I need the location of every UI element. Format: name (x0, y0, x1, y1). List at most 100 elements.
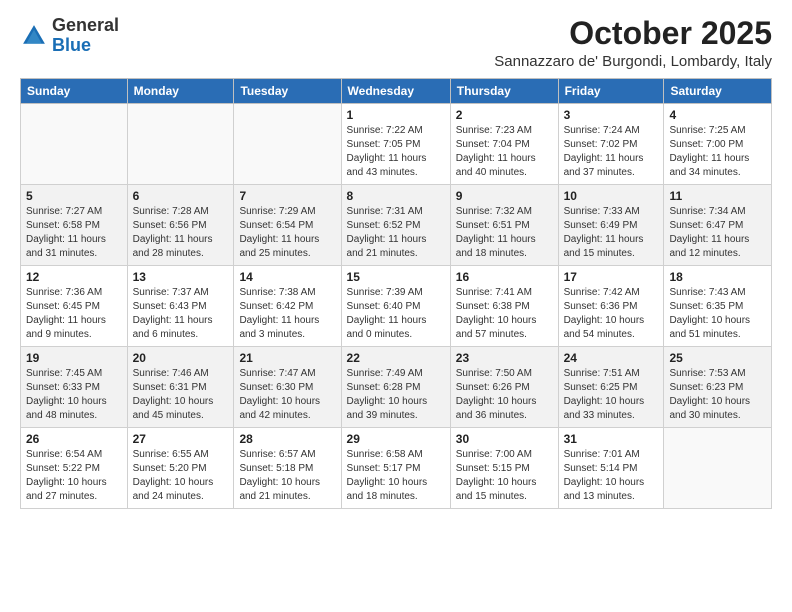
table-row: 27 Sunrise: 6:55 AM Sunset: 5:20 PM Dayli… (127, 428, 234, 509)
calendar-week-row: 19 Sunrise: 7:45 AM Sunset: 6:33 PM Dayli… (21, 347, 772, 428)
table-row: 29 Sunrise: 6:58 AM Sunset: 5:17 PM Dayli… (341, 428, 450, 509)
month-title: October 2025 (494, 16, 772, 51)
table-row: 13Sunrise: 7:37 AM Sunset: 6:43 PM Dayli… (127, 266, 234, 347)
calendar-week-row: 26Sunrise: 6:54 AM Sunset: 5:22 PM Dayli… (21, 428, 772, 509)
day-info: Sunrise: 7:23 AM Sunset: 7:04 PM Dayligh… (456, 124, 553, 180)
day-number: 19 (26, 351, 122, 365)
day-info: Sunrise: 7:31 AM Sunset: 6:52 PM Dayligh… (347, 205, 445, 261)
calendar-table: Sunday Monday Tuesday Wednesday Thursday… (20, 78, 772, 509)
table-row: 12 Sunrise: 7:36 AM Sunset: 6:45 PM Dayli… (21, 266, 128, 347)
col-tuesday: Tuesday (234, 79, 341, 104)
table-row: 15Sunrise: 7:39 AM Sunset: 6:40 PM Dayli… (341, 266, 450, 347)
logo-text: General Blue (52, 16, 119, 56)
table-row: 28 Sunrise: 6:57 AM Sunset: 5:18 PM Dayli… (234, 428, 341, 509)
table-row: 31 Sunrise: 7:01 AM Sunset: 5:14 PM Dayli… (558, 428, 664, 509)
day-number: 12 (26, 270, 122, 284)
col-thursday: Thursday (450, 79, 558, 104)
table-row: 14Sunrise: 7:38 AM Sunset: 6:42 PM Dayli… (234, 266, 341, 347)
day-info: Sunrise: 6:54 AM Sunset: 5:22 PM Dayligh… (26, 448, 122, 504)
day-number: 20 (133, 351, 229, 365)
day-info: Sunrise: 7:29 AM Sunset: 6:54 PM Dayligh… (239, 205, 335, 261)
col-friday: Friday (558, 79, 664, 104)
day-number: 9 (456, 189, 553, 203)
day-info: Sunrise: 6:58 AM Sunset: 5:17 PM Dayligh… (347, 448, 445, 504)
title-block: October 2025 Sannazzaro de' Burgondi, Lo… (494, 16, 772, 70)
day-info: Sunrise: 7:22 AM Sunset: 7:05 PM Dayligh… (347, 124, 445, 180)
day-number: 2 (456, 108, 553, 122)
table-row: 11Sunrise: 7:34 AM Sunset: 6:47 PM Dayli… (664, 185, 772, 266)
calendar-week-row: 12 Sunrise: 7:36 AM Sunset: 6:45 PM Dayli… (21, 266, 772, 347)
calendar-week-row: 1 Sunrise: 7:22 AM Sunset: 7:05 PM Daylig… (21, 104, 772, 185)
table-row: 5 Sunrise: 7:27 AM Sunset: 6:58 PM Daylig… (21, 185, 128, 266)
day-number: 7 (239, 189, 335, 203)
table-row: 23Sunrise: 7:50 AM Sunset: 6:26 PM Dayli… (450, 347, 558, 428)
col-wednesday: Wednesday (341, 79, 450, 104)
table-row: 30Sunrise: 7:00 AM Sunset: 5:15 PM Dayli… (450, 428, 558, 509)
day-number: 22 (347, 351, 445, 365)
day-number: 28 (239, 432, 335, 446)
table-row: 22 Sunrise: 7:49 AM Sunset: 6:28 PM Dayli… (341, 347, 450, 428)
day-info: Sunrise: 7:34 AM Sunset: 6:47 PM Dayligh… (669, 205, 766, 261)
day-info: Sunrise: 7:45 AM Sunset: 6:33 PM Dayligh… (26, 367, 122, 423)
table-row: 8 Sunrise: 7:31 AM Sunset: 6:52 PM Daylig… (341, 185, 450, 266)
day-info: Sunrise: 7:00 AM Sunset: 5:15 PM Dayligh… (456, 448, 553, 504)
table-row (127, 104, 234, 185)
table-row: 25 Sunrise: 7:53 AM Sunset: 6:23 PM Dayli… (664, 347, 772, 428)
table-row: 26Sunrise: 6:54 AM Sunset: 5:22 PM Dayli… (21, 428, 128, 509)
day-info: Sunrise: 7:43 AM Sunset: 6:35 PM Dayligh… (669, 286, 766, 342)
day-info: Sunrise: 7:33 AM Sunset: 6:49 PM Dayligh… (564, 205, 659, 261)
day-number: 5 (26, 189, 122, 203)
day-number: 17 (564, 270, 659, 284)
page: General Blue October 2025 Sannazzaro de'… (0, 0, 792, 612)
location-title: Sannazzaro de' Burgondi, Lombardy, Italy (494, 53, 772, 70)
day-info: Sunrise: 7:46 AM Sunset: 6:31 PM Dayligh… (133, 367, 229, 423)
day-number: 6 (133, 189, 229, 203)
day-number: 25 (669, 351, 766, 365)
day-info: Sunrise: 7:38 AM Sunset: 6:42 PM Dayligh… (239, 286, 335, 342)
day-number: 10 (564, 189, 659, 203)
logo-icon (20, 22, 48, 50)
day-info: Sunrise: 7:50 AM Sunset: 6:26 PM Dayligh… (456, 367, 553, 423)
table-row: 18Sunrise: 7:43 AM Sunset: 6:35 PM Dayli… (664, 266, 772, 347)
day-info: Sunrise: 7:42 AM Sunset: 6:36 PM Dayligh… (564, 286, 659, 342)
day-info: Sunrise: 7:25 AM Sunset: 7:00 PM Dayligh… (669, 124, 766, 180)
day-number: 29 (347, 432, 445, 446)
table-row: 20 Sunrise: 7:46 AM Sunset: 6:31 PM Dayli… (127, 347, 234, 428)
logo: General Blue (20, 16, 119, 56)
col-saturday: Saturday (664, 79, 772, 104)
table-row (21, 104, 128, 185)
table-row: 17 Sunrise: 7:42 AM Sunset: 6:36 PM Dayli… (558, 266, 664, 347)
day-info: Sunrise: 7:51 AM Sunset: 6:25 PM Dayligh… (564, 367, 659, 423)
day-info: Sunrise: 6:55 AM Sunset: 5:20 PM Dayligh… (133, 448, 229, 504)
table-row: 4Sunrise: 7:25 AM Sunset: 7:00 PM Daylig… (664, 104, 772, 185)
day-number: 8 (347, 189, 445, 203)
day-info: Sunrise: 7:39 AM Sunset: 6:40 PM Dayligh… (347, 286, 445, 342)
day-info: Sunrise: 7:47 AM Sunset: 6:30 PM Dayligh… (239, 367, 335, 423)
day-number: 16 (456, 270, 553, 284)
calendar-week-row: 5 Sunrise: 7:27 AM Sunset: 6:58 PM Daylig… (21, 185, 772, 266)
table-row: 19 Sunrise: 7:45 AM Sunset: 6:33 PM Dayli… (21, 347, 128, 428)
day-info: Sunrise: 7:36 AM Sunset: 6:45 PM Dayligh… (26, 286, 122, 342)
day-number: 27 (133, 432, 229, 446)
day-number: 3 (564, 108, 659, 122)
day-info: Sunrise: 7:24 AM Sunset: 7:02 PM Dayligh… (564, 124, 659, 180)
day-number: 1 (347, 108, 445, 122)
day-info: Sunrise: 6:57 AM Sunset: 5:18 PM Dayligh… (239, 448, 335, 504)
table-row: 7 Sunrise: 7:29 AM Sunset: 6:54 PM Daylig… (234, 185, 341, 266)
day-info: Sunrise: 7:32 AM Sunset: 6:51 PM Dayligh… (456, 205, 553, 261)
day-number: 24 (564, 351, 659, 365)
day-info: Sunrise: 7:37 AM Sunset: 6:43 PM Dayligh… (133, 286, 229, 342)
day-number: 21 (239, 351, 335, 365)
day-info: Sunrise: 7:53 AM Sunset: 6:23 PM Dayligh… (669, 367, 766, 423)
logo-blue: Blue (52, 35, 91, 55)
header: General Blue October 2025 Sannazzaro de'… (20, 16, 772, 70)
table-row (234, 104, 341, 185)
day-info: Sunrise: 7:27 AM Sunset: 6:58 PM Dayligh… (26, 205, 122, 261)
day-info: Sunrise: 7:01 AM Sunset: 5:14 PM Dayligh… (564, 448, 659, 504)
day-number: 31 (564, 432, 659, 446)
table-row: 21 Sunrise: 7:47 AM Sunset: 6:30 PM Dayli… (234, 347, 341, 428)
table-row: 16Sunrise: 7:41 AM Sunset: 6:38 PM Dayli… (450, 266, 558, 347)
table-row: 10 Sunrise: 7:33 AM Sunset: 6:49 PM Dayli… (558, 185, 664, 266)
table-row: 2 Sunrise: 7:23 AM Sunset: 7:04 PM Daylig… (450, 104, 558, 185)
day-info: Sunrise: 7:49 AM Sunset: 6:28 PM Dayligh… (347, 367, 445, 423)
